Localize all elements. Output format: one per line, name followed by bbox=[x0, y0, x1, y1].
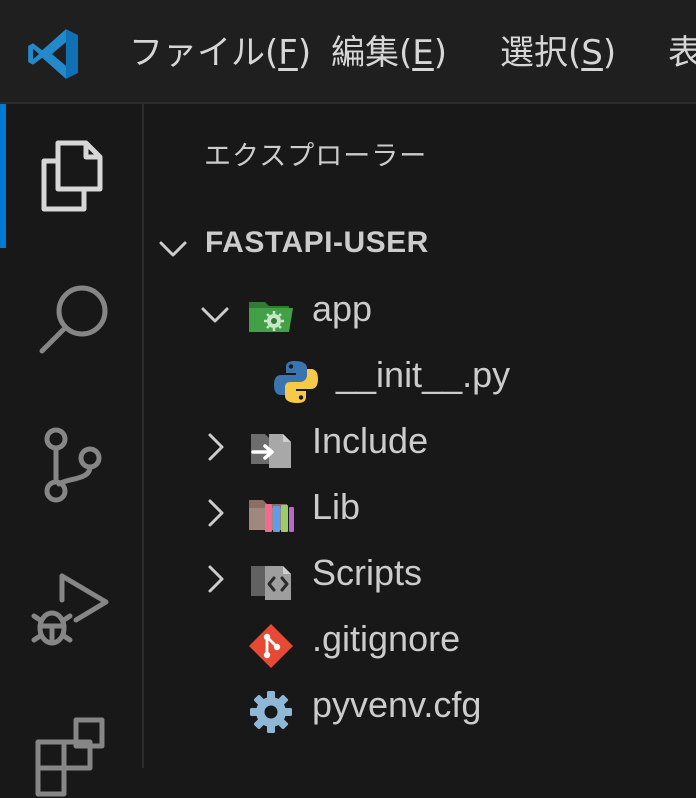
active-indicator bbox=[0, 104, 6, 248]
python-icon bbox=[272, 358, 320, 406]
activity-bar bbox=[0, 104, 144, 797]
menu-view[interactable]: 表 bbox=[668, 28, 696, 78]
menu-edit-key: E bbox=[412, 33, 434, 73]
workspace-name: FASTAPI-USER bbox=[205, 226, 429, 259]
menu-edit-label: 編集( bbox=[331, 33, 413, 73]
chevron-down-icon bbox=[156, 232, 190, 266]
tree-item-lib[interactable]: Lib bbox=[144, 480, 696, 546]
tree-item-label: Lib bbox=[312, 486, 361, 527]
explorer-sidebar: エクスプローラー FASTAPI-USER app __init__.py In… bbox=[144, 104, 696, 768]
chevron-right-icon bbox=[198, 496, 232, 530]
settings-gear-icon bbox=[247, 688, 295, 736]
menu-file-suffix: ) bbox=[297, 33, 312, 73]
tree-item-label: pyvenv.cfg bbox=[312, 684, 482, 725]
menu-selection-key: S bbox=[581, 33, 603, 73]
search-icon[interactable] bbox=[28, 275, 118, 365]
chevron-right-icon bbox=[198, 430, 232, 464]
tree-item-label: __init__.py bbox=[336, 354, 511, 395]
menu-edit-suffix: ) bbox=[433, 33, 448, 73]
tree-item-include[interactable]: Include bbox=[144, 414, 696, 480]
explorer-icon[interactable] bbox=[28, 131, 118, 221]
chevron-right-icon bbox=[198, 562, 232, 596]
vscode-logo-icon bbox=[26, 27, 80, 81]
tree-item-init-py[interactable]: __init__.py bbox=[144, 348, 696, 414]
folder-include-icon bbox=[247, 424, 295, 472]
tree-item-label: Include bbox=[312, 420, 429, 461]
menu-view-label: 表 bbox=[668, 33, 696, 73]
menu-selection[interactable]: 選択(S) bbox=[500, 28, 616, 78]
menu-file-key: F bbox=[278, 33, 298, 73]
tree-item-app[interactable]: app bbox=[144, 282, 696, 348]
title-bar: ファイル(F) 編集(E) 選択(S) 表 bbox=[0, 0, 696, 104]
folder-app-icon bbox=[247, 292, 295, 340]
tree-item-label: app bbox=[312, 288, 373, 329]
git-icon bbox=[247, 622, 295, 670]
explorer-title: エクスプローラー bbox=[204, 141, 428, 172]
workspace-section-header[interactable]: FASTAPI-USER bbox=[156, 218, 696, 274]
tree-item-label: .gitignore bbox=[312, 618, 461, 659]
source-control-icon[interactable] bbox=[28, 420, 118, 510]
tree-item-label: Scripts bbox=[312, 552, 423, 593]
menu-edit[interactable]: 編集(E) bbox=[331, 28, 447, 78]
tree-item-scripts[interactable]: Scripts bbox=[144, 546, 696, 612]
extensions-icon[interactable] bbox=[28, 708, 118, 798]
chevron-down-icon bbox=[198, 298, 232, 332]
tree-item-gitignore[interactable]: .gitignore bbox=[144, 612, 696, 678]
menu-selection-suffix: ) bbox=[602, 33, 617, 73]
menu-file-label: ファイル( bbox=[129, 33, 279, 73]
folder-scripts-icon bbox=[247, 556, 295, 604]
menu-file[interactable]: ファイル(F) bbox=[129, 28, 311, 78]
folder-lib-icon bbox=[247, 490, 295, 538]
menu-selection-label: 選択( bbox=[500, 33, 582, 73]
run-debug-icon[interactable] bbox=[28, 564, 118, 654]
tree-item-pyvenv-cfg[interactable]: pyvenv.cfg bbox=[144, 678, 696, 744]
